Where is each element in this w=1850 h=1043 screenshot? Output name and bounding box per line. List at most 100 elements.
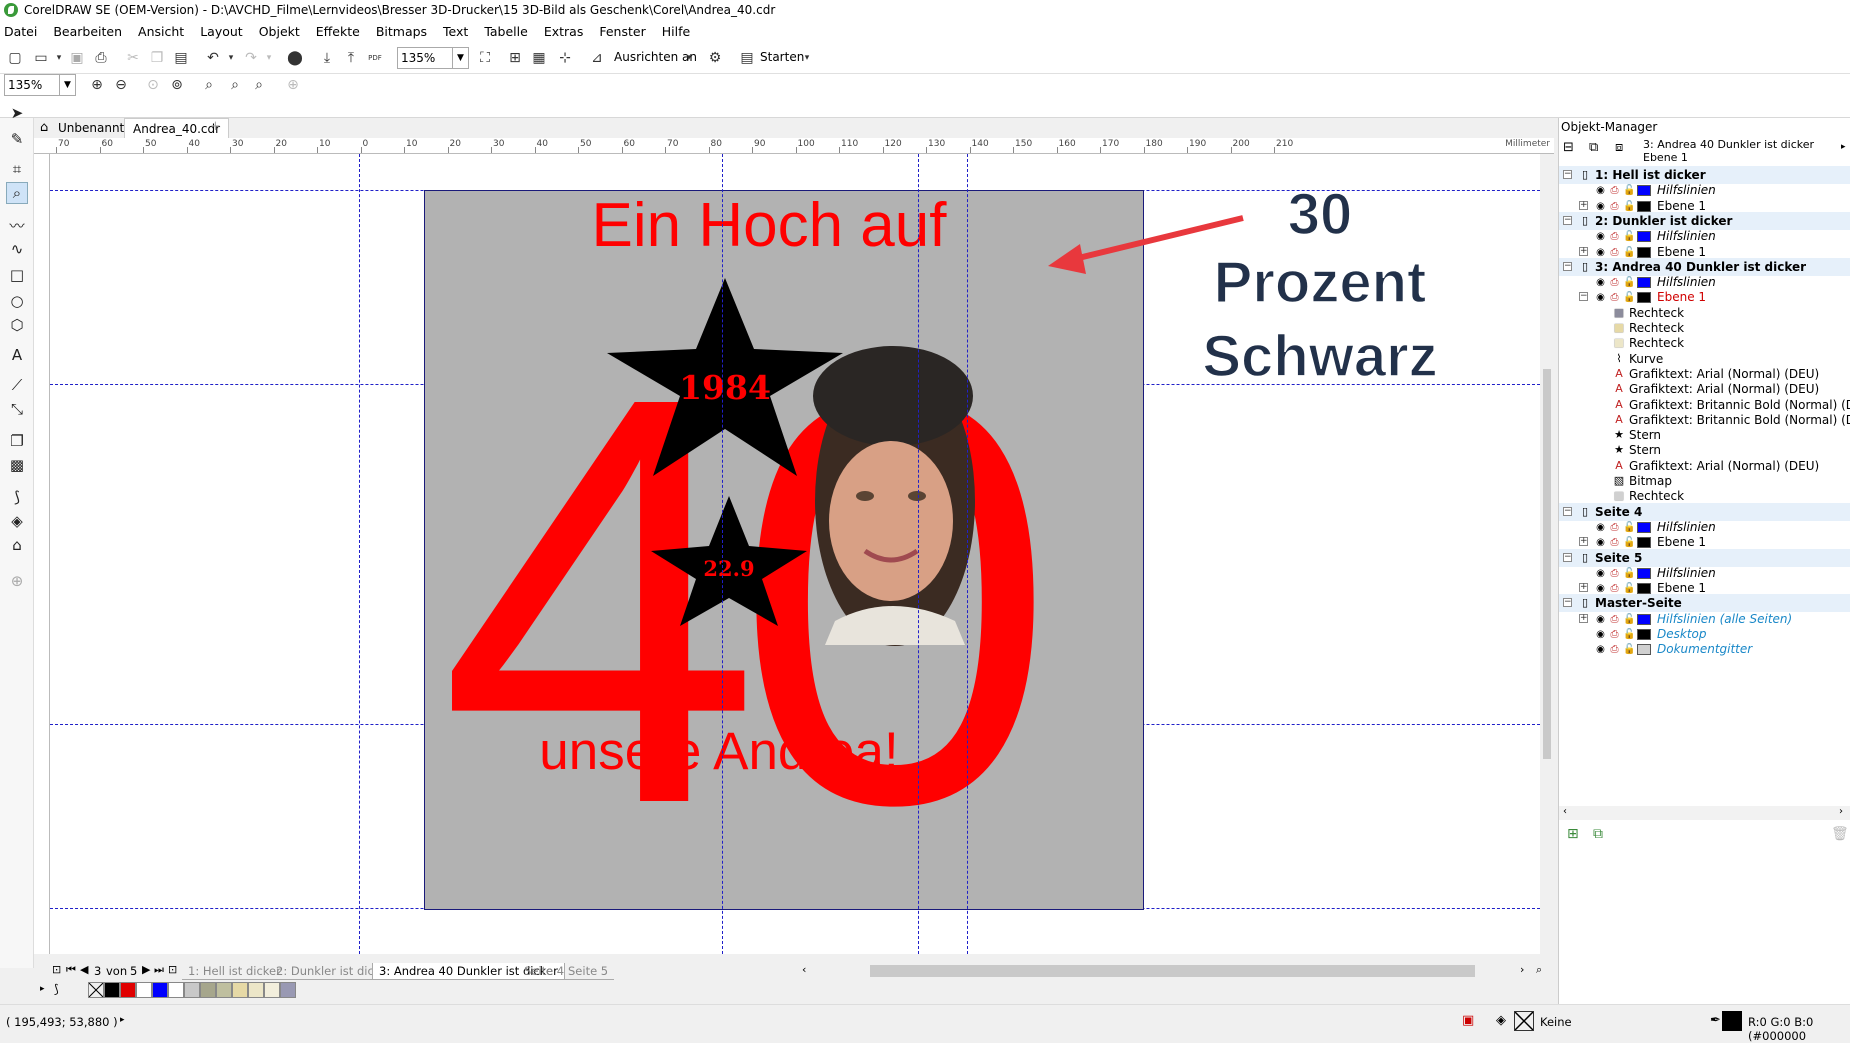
guideline[interactable] bbox=[722, 154, 723, 954]
layer-color-swatch[interactable] bbox=[1637, 613, 1651, 625]
layer-color-swatch[interactable] bbox=[1637, 537, 1651, 549]
show-guidelines-icon[interactable]: ⊹ bbox=[556, 49, 574, 67]
rectangle-tool-icon[interactable]: □ bbox=[6, 264, 28, 286]
previous-page-icon[interactable]: ◀ bbox=[80, 963, 88, 976]
layer-color-swatch[interactable] bbox=[1637, 583, 1651, 595]
visibility-eye-icon[interactable]: ◉ bbox=[1595, 231, 1606, 242]
printable-icon[interactable]: ⎙ bbox=[1609, 614, 1620, 625]
transparency-tool-icon[interactable]: ▩ bbox=[6, 454, 28, 476]
navigator-zoom-icon[interactable]: ⌕ bbox=[1536, 963, 1542, 977]
menu-extras[interactable]: Extras bbox=[544, 24, 584, 39]
eyedropper-icon[interactable]: ⟆ bbox=[54, 982, 59, 996]
dimension-tool-icon[interactable]: ⟋ bbox=[6, 374, 28, 396]
drawing-canvas[interactable]: Ein Hoch auf 4 0 1984 22.9 unsere Andrea… bbox=[50, 154, 1540, 954]
no-color-swatch[interactable] bbox=[88, 982, 104, 998]
expand-toggle-icon[interactable]: + bbox=[1579, 613, 1588, 623]
zoom-in-icon[interactable]: ⊕ bbox=[88, 76, 106, 94]
chevron-down-icon[interactable]: ▼ bbox=[59, 75, 75, 95]
scroll-left-icon[interactable]: ‹ bbox=[1563, 806, 1567, 817]
menu-datei[interactable]: Datei bbox=[4, 24, 37, 39]
printable-icon[interactable]: ⎙ bbox=[1609, 568, 1620, 579]
collapse-toggle-icon[interactable]: − bbox=[1563, 170, 1572, 179]
lock-icon[interactable]: 🔓 bbox=[1623, 537, 1635, 548]
zoom-page-height-icon[interactable]: ⌕ bbox=[250, 76, 268, 94]
artistic-media-icon[interactable]: ∿ bbox=[6, 238, 28, 260]
first-page-icon[interactable]: ⏮ bbox=[66, 963, 76, 977]
chevron-down-icon[interactable]: ▾ bbox=[50, 49, 68, 67]
layer-color-swatch[interactable] bbox=[1637, 231, 1651, 243]
menu-ansicht[interactable]: Ansicht bbox=[138, 24, 184, 39]
full-screen-preview-icon[interactable]: ⛶ bbox=[476, 49, 494, 67]
lock-icon[interactable]: 🔓 bbox=[1623, 644, 1635, 655]
menu-objekt[interactable]: Objekt bbox=[259, 24, 300, 39]
open-folder-icon[interactable]: ▭ bbox=[32, 49, 50, 67]
lock-icon[interactable]: 🔓 bbox=[1623, 292, 1635, 303]
printable-icon[interactable]: ⎙ bbox=[1609, 201, 1620, 212]
subline-text[interactable]: unsere Andrea! bbox=[539, 722, 898, 781]
edit-across-layers-icon[interactable]: ⧉ bbox=[1589, 140, 1598, 155]
shape-tool-icon[interactable]: ✎ bbox=[6, 128, 28, 150]
printable-icon[interactable]: ⎙ bbox=[1609, 247, 1620, 258]
chevron-down-icon[interactable]: ▼ bbox=[452, 48, 468, 68]
panel-menu-icon[interactable]: ▸ bbox=[1841, 142, 1846, 152]
status-menu-icon[interactable]: ▸ bbox=[120, 1015, 125, 1025]
color-swatch[interactable] bbox=[184, 982, 200, 998]
menu-hilfe[interactable]: Hilfe bbox=[662, 24, 690, 39]
printable-icon[interactable]: ⎙ bbox=[1609, 537, 1620, 548]
visibility-eye-icon[interactable]: ◉ bbox=[1595, 522, 1606, 533]
menu-tabelle[interactable]: Tabelle bbox=[484, 24, 528, 39]
color-swatch[interactable] bbox=[248, 982, 264, 998]
vertical-ruler[interactable] bbox=[34, 154, 50, 954]
last-page-icon[interactable]: ⏭ bbox=[154, 963, 164, 977]
lock-icon[interactable]: 🔓 bbox=[1623, 583, 1635, 594]
printable-icon[interactable]: ⎙ bbox=[1609, 231, 1620, 242]
zoom-page-icon[interactable]: ⌕ bbox=[200, 76, 218, 94]
page-tab-5[interactable]: Seite 5 bbox=[562, 963, 615, 980]
publish-pdf-icon[interactable]: PDF bbox=[366, 49, 384, 67]
crop-tool-icon[interactable]: ⌗ bbox=[6, 158, 28, 180]
lock-icon[interactable]: 🔓 bbox=[1623, 185, 1635, 196]
color-proof-icon[interactable]: ▣ bbox=[1462, 1013, 1474, 1028]
smart-fill-icon[interactable]: ⌂ bbox=[6, 534, 28, 556]
new-document-icon[interactable]: ▢ bbox=[6, 49, 24, 67]
drop-shadow-icon[interactable]: ❐ bbox=[6, 430, 28, 452]
color-swatch[interactable] bbox=[200, 982, 216, 998]
text-tool-icon[interactable]: A bbox=[6, 344, 28, 366]
collapse-toggle-icon[interactable]: − bbox=[1579, 292, 1588, 302]
copy-icon[interactable]: ❐ bbox=[148, 49, 166, 67]
chevron-down-icon[interactable]: ▾ bbox=[680, 49, 698, 67]
delete-icon[interactable]: 🗑 bbox=[1831, 826, 1849, 842]
guideline[interactable] bbox=[918, 154, 919, 954]
redo-dropdown-icon[interactable]: ▾ bbox=[260, 49, 278, 67]
lock-icon[interactable]: 🔓 bbox=[1623, 231, 1635, 242]
menu-effekte[interactable]: Effekte bbox=[316, 24, 360, 39]
layer-color-swatch[interactable] bbox=[1637, 292, 1651, 304]
redo-icon[interactable]: ↷ bbox=[242, 49, 260, 67]
add-tab-icon[interactable]: + bbox=[210, 119, 221, 134]
expand-toggle-icon[interactable]: + bbox=[1579, 246, 1588, 256]
add-page-before-icon[interactable]: ⊡ bbox=[52, 963, 61, 976]
color-swatch[interactable] bbox=[120, 982, 136, 998]
color-swatch[interactable] bbox=[232, 982, 248, 998]
menu-fenster[interactable]: Fenster bbox=[599, 24, 645, 39]
add-page-after-icon[interactable]: ⊡ bbox=[168, 963, 177, 976]
visibility-eye-icon[interactable]: ◉ bbox=[1595, 201, 1606, 212]
undo-dropdown-icon[interactable]: ▾ bbox=[222, 49, 240, 67]
collapse-toggle-icon[interactable]: − bbox=[1563, 552, 1572, 562]
visibility-eye-icon[interactable]: ◉ bbox=[1595, 537, 1606, 548]
outline-pen-icon[interactable]: ✒ bbox=[1710, 1013, 1721, 1028]
visibility-eye-icon[interactable]: ◉ bbox=[1595, 247, 1606, 258]
collapse-toggle-icon[interactable]: − bbox=[1563, 506, 1572, 516]
layer-manager-view-icon[interactable]: ⧈ bbox=[1615, 140, 1623, 155]
visibility-eye-icon[interactable]: ◉ bbox=[1595, 629, 1606, 640]
layer-color-swatch[interactable] bbox=[1637, 629, 1651, 640]
zoom-property-combo[interactable]: 135% ▼ bbox=[4, 74, 76, 96]
menu-bitmaps[interactable]: Bitmaps bbox=[376, 24, 427, 39]
ellipse-tool-icon[interactable]: ○ bbox=[6, 290, 28, 312]
add-icon[interactable]: ⊕ bbox=[284, 76, 302, 94]
vertical-scrollbar[interactable] bbox=[1540, 154, 1554, 954]
headline-text[interactable]: Ein Hoch auf bbox=[592, 191, 948, 260]
visibility-eye-icon[interactable]: ◉ bbox=[1595, 277, 1606, 288]
interactive-fill-icon[interactable]: ◈ bbox=[6, 510, 28, 532]
show-rulers-icon[interactable]: ⊞ bbox=[506, 49, 524, 67]
